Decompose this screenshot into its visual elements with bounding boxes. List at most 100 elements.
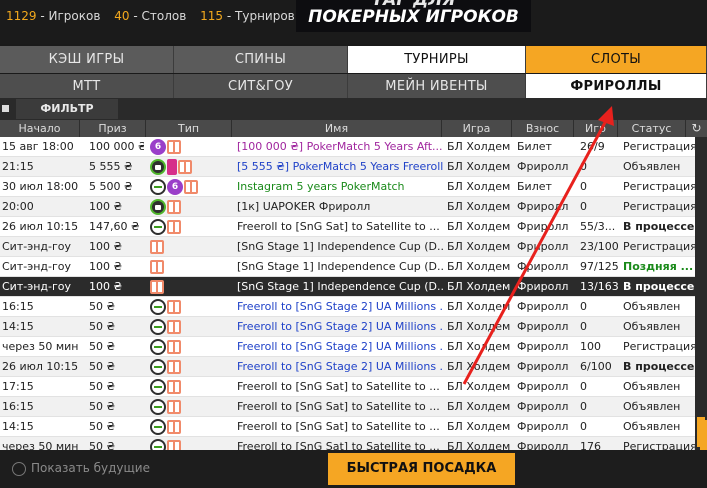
refresh-icon[interactable]: ↻ — [686, 120, 707, 137]
gift-icon — [167, 300, 181, 314]
turbo-icon — [167, 159, 177, 175]
gift-icon — [167, 400, 181, 414]
cell-start: 14:15 — [2, 320, 34, 333]
gift-icon — [167, 440, 181, 450]
type-icons — [150, 239, 164, 255]
filter-button[interactable]: ФИЛЬТР — [16, 99, 118, 119]
col-status[interactable]: Статус — [618, 120, 686, 137]
filter-checkbox[interactable] — [2, 105, 9, 112]
tab-cash-games[interactable]: КЭШ ИГРЫ — [0, 46, 174, 73]
cell-status: Регистрация — [623, 240, 695, 253]
tab-slots[interactable]: СЛОТЫ — [526, 46, 707, 73]
banner-line-2: ПОКЕРНЫХ ИГРОКОВ — [308, 7, 519, 27]
cell-name: Freeroll to [SnG Sat] to Satellite to ..… — [237, 380, 440, 393]
cell-start: 20:00 — [2, 200, 34, 213]
table-row[interactable]: 30 июл 18:00 5 500 ₴ Instagram 5 years Pok… — [0, 177, 695, 197]
show-future-radio[interactable] — [12, 462, 26, 476]
col-prize[interactable]: Приз — [80, 120, 146, 137]
late-reg-icon — [150, 379, 166, 395]
cell-status: Объявлен — [623, 400, 681, 413]
cell-name: Freeroll to [SnG Sat] to Satellite to ..… — [237, 400, 440, 413]
table-row[interactable]: 21:15 5 555 ₴ [5 555 ₴] PokerMatch 5 Years… — [0, 157, 695, 177]
late-reg-icon — [150, 399, 166, 415]
cell-game: БЛ Холдем — [447, 380, 511, 393]
main-tabs: КЭШ ИГРЫ СПИНЫ ТУРНИРЫ СЛОТЫ — [0, 46, 707, 73]
late-reg-icon — [150, 179, 166, 195]
type-icons — [150, 419, 181, 435]
tab-freerolls[interactable]: ФРИРОЛЛЫ — [526, 74, 707, 98]
gift-icon — [150, 240, 164, 254]
cell-players: 23/100 — [580, 240, 619, 253]
table-row[interactable]: через 50 мин 50 ₴ Freeroll to [SnG Stage 2… — [0, 337, 695, 357]
cell-players: 0 — [580, 300, 587, 313]
cell-game: БЛ Холдем — [447, 160, 511, 173]
cell-status: В процессе — [623, 220, 695, 233]
late-reg-icon — [150, 319, 166, 335]
show-future-label[interactable]: Показать будущие — [31, 461, 150, 475]
tab-main-events[interactable]: МЕЙН ИВЕНТЫ — [348, 74, 526, 98]
cell-prize: 100 000 ₴ — [89, 140, 144, 153]
tab-spins[interactable]: СПИНЫ — [174, 46, 348, 73]
cell-players: 55/3... — [580, 220, 616, 233]
cell-name: Freeroll to [SnG Stage 2] UA Millions ..… — [237, 340, 443, 353]
players-label: - Игроков — [40, 9, 101, 23]
cell-game: БЛ Холдем — [447, 320, 511, 333]
cell-buyin: Фриролл — [517, 240, 569, 253]
cell-game: БЛ Холдем — [447, 400, 511, 413]
cell-game: БЛ Холдем — [447, 420, 511, 433]
table-row[interactable]: Сит-энд-гоу 100 ₴ [SnG Stage 1] Independen… — [0, 257, 695, 277]
col-type[interactable]: Тип — [146, 120, 232, 137]
table-row[interactable]: 17:15 50 ₴ Freeroll to [SnG Sat] to Satell… — [0, 377, 695, 397]
cell-start: 16:15 — [2, 400, 34, 413]
col-players[interactable]: Игр — [574, 120, 618, 137]
cell-buyin: Фриролл — [517, 440, 569, 450]
top-bar: 1129 - Игроков 40 - Столов 115 - Турниро… — [0, 0, 707, 44]
cell-status: Регистрация — [623, 440, 695, 450]
table-row[interactable]: 26 июл 10:15 147,60 ₴ Freeroll to [SnG Sat… — [0, 217, 695, 237]
table-row[interactable]: 14:15 50 ₴ Freeroll to [SnG Sat] to Satell… — [0, 417, 695, 437]
table-row[interactable]: Сит-энд-гоу 100 ₴ [SnG Stage 1] Independen… — [0, 277, 695, 297]
cell-name: [SnG Stage 1] Independence Cup (D... — [237, 280, 443, 293]
quick-seat-button[interactable]: БЫСТРАЯ ПОСАДКА — [328, 453, 515, 485]
cell-players: 26/9 — [580, 140, 605, 153]
table-row[interactable]: 16:15 50 ₴ Freeroll to [SnG Stage 2] UA Mi… — [0, 297, 695, 317]
table-row[interactable]: 15 авг 18:00 100 000 ₴ [100 000 ₴] PokerMa… — [0, 137, 695, 157]
tournaments-count: 115 — [200, 9, 224, 23]
cell-status: Регистрация — [623, 180, 695, 193]
table-row[interactable]: 16:15 50 ₴ Freeroll to [SnG Sat] to Satell… — [0, 397, 695, 417]
table-row[interactable]: 20:00 100 ₴ [1к] UAPOKER Фриролл БЛ Холдем Ф… — [0, 197, 695, 217]
cell-start: 16:15 — [2, 300, 34, 313]
col-start[interactable]: Начало — [0, 120, 80, 137]
table-row[interactable]: 26 июл 10:15 50 ₴ Freeroll to [SnG Stage 2… — [0, 357, 695, 377]
cell-game: БЛ Холдем — [447, 200, 511, 213]
type-icons: 6 — [150, 139, 181, 155]
cell-players: 13/163 — [580, 280, 619, 293]
gift-icon — [178, 160, 192, 174]
cell-prize: 50 ₴ — [89, 400, 116, 413]
cell-prize: 50 ₴ — [89, 440, 116, 450]
table-row[interactable]: Сит-энд-гоу 100 ₴ [SnG Stage 1] Independen… — [0, 237, 695, 257]
tab-tournaments[interactable]: ТУРНИРЫ — [348, 46, 526, 73]
col-buyin[interactable]: Взнос — [512, 120, 574, 137]
tab-sit-and-go[interactable]: СИТ&ГОУ — [174, 74, 348, 98]
table-row[interactable]: 14:15 50 ₴ Freeroll to [SnG Stage 2] UA Mi… — [0, 317, 695, 337]
cell-prize: 100 ₴ — [89, 260, 123, 273]
cell-prize: 50 ₴ — [89, 300, 116, 313]
type-icons — [150, 259, 164, 275]
col-game[interactable]: Игра — [442, 120, 512, 137]
cell-players: 0 — [580, 420, 587, 433]
scrollbar[interactable] — [695, 137, 707, 450]
cell-start: через 50 мин — [2, 340, 79, 353]
tables-count: 40 — [114, 9, 130, 23]
table-row[interactable]: через 50 мин 50 ₴ Freeroll to [SnG Sat] to… — [0, 437, 695, 450]
gift-icon — [167, 340, 181, 354]
cell-buyin: Фриролл — [517, 360, 569, 373]
cell-start: Сит-энд-гоу — [2, 240, 72, 253]
col-name[interactable]: Имя — [232, 120, 442, 137]
cell-game: БЛ Холдем — [447, 360, 511, 373]
cell-buyin: Билет — [517, 140, 552, 153]
cell-game: БЛ Холдем — [447, 440, 511, 450]
tab-mtt[interactable]: МТТ — [0, 74, 174, 98]
cell-players: 0 — [580, 320, 587, 333]
promo-banner[interactable]: ТАГ ДЛЯ ПОКЕРНЫХ ИГРОКОВ — [296, 0, 531, 32]
